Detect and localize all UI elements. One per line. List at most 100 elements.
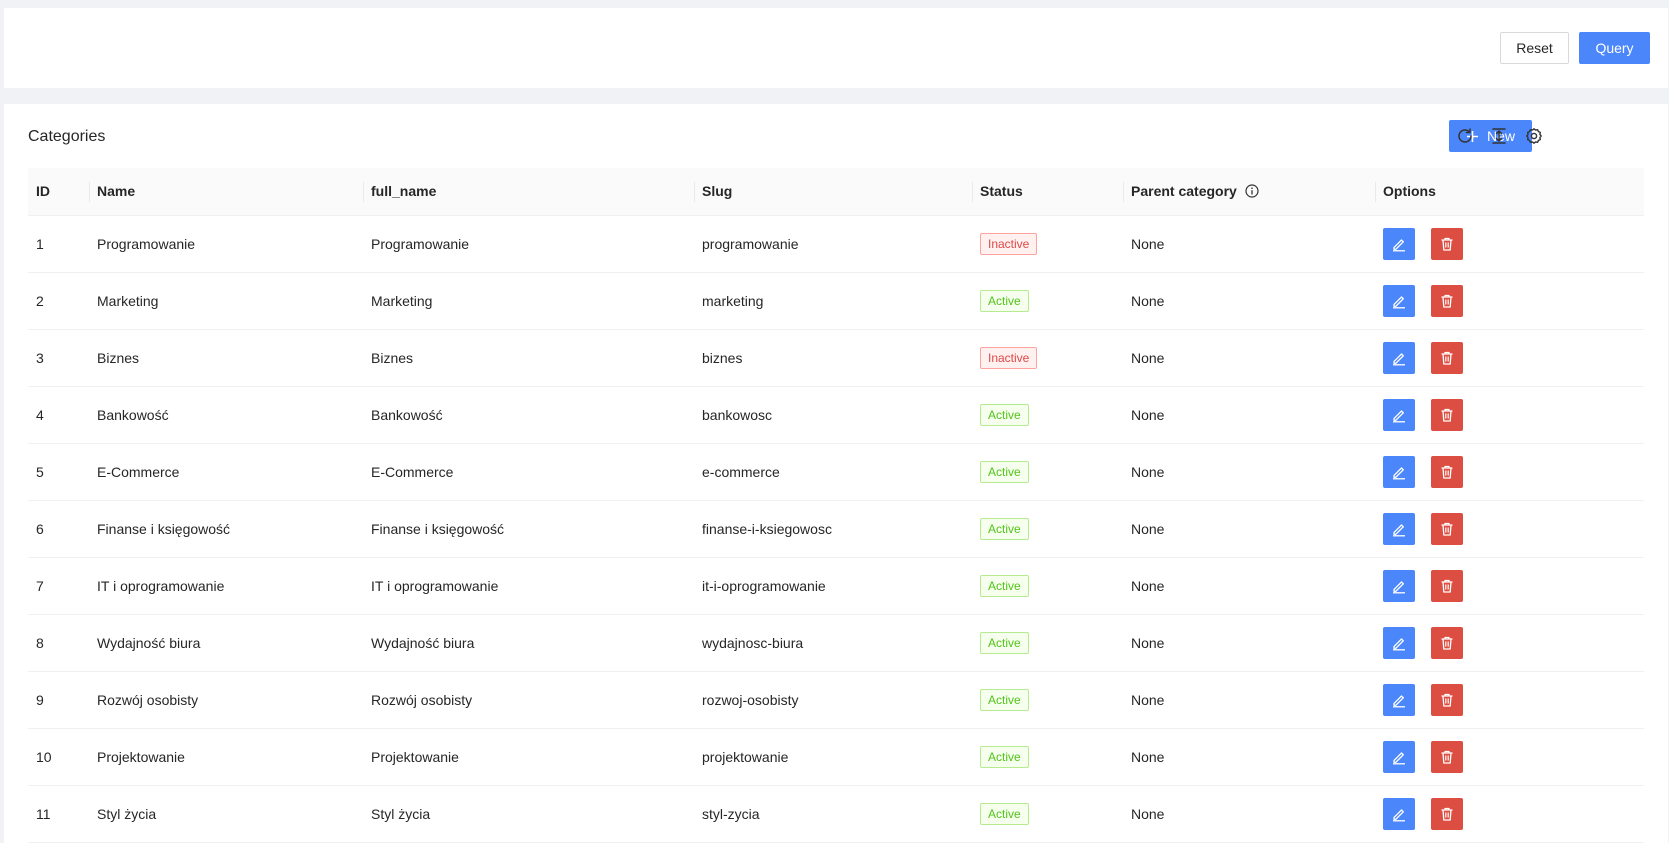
table-row: 2 Marketing Marketing marketing Active N… bbox=[28, 272, 1644, 330]
edit-icon bbox=[1393, 637, 1405, 650]
edit-icon bbox=[1393, 352, 1405, 365]
delete-button[interactable] bbox=[1431, 740, 1463, 773]
edit-button[interactable] bbox=[1383, 398, 1415, 431]
delete-icon bbox=[1441, 465, 1453, 479]
status-badge: Active bbox=[980, 517, 1029, 540]
edit-button[interactable] bbox=[1383, 626, 1415, 659]
cell-status: Active bbox=[972, 500, 1123, 558]
edit-icon bbox=[1393, 694, 1405, 707]
column-header-options: Options bbox=[1375, 168, 1644, 216]
cell-id: 1 bbox=[28, 215, 89, 273]
categories-table-panel: Categories New ID Name full_name Slug St… bbox=[4, 104, 1668, 843]
edit-button[interactable] bbox=[1383, 797, 1415, 830]
delete-button[interactable] bbox=[1431, 398, 1463, 431]
edit-button[interactable] bbox=[1383, 569, 1415, 602]
cell-slug: wydajnosc-biura bbox=[694, 614, 972, 672]
cell-name: Bankowość bbox=[89, 386, 363, 444]
table-row: 5 E-Commerce E-Commerce e-commerce Activ… bbox=[28, 443, 1644, 501]
delete-button[interactable] bbox=[1431, 455, 1463, 488]
reload-icon[interactable] bbox=[1456, 127, 1474, 145]
info-circle-icon[interactable] bbox=[1245, 184, 1259, 198]
cell-slug: projektowanie bbox=[694, 728, 972, 786]
delete-button[interactable] bbox=[1431, 284, 1463, 317]
table-row: 6 Finanse i księgowość Finanse i księgow… bbox=[28, 500, 1644, 558]
delete-icon bbox=[1441, 579, 1453, 593]
cell-options bbox=[1375, 386, 1644, 444]
reset-button[interactable]: Reset bbox=[1500, 32, 1569, 64]
edit-button[interactable] bbox=[1383, 455, 1415, 488]
categories-table: ID Name full_name Slug Status Parent cat… bbox=[28, 168, 1644, 843]
table-row: 4 Bankowość Bankowość bankowosc Active N… bbox=[28, 386, 1644, 444]
table-header-row: ID Name full_name Slug Status Parent cat… bbox=[28, 168, 1644, 216]
edit-icon bbox=[1393, 409, 1405, 422]
column-header-id[interactable]: ID bbox=[28, 168, 89, 216]
cell-name: IT i oprogramowanie bbox=[89, 557, 363, 615]
cell-status: Active bbox=[972, 272, 1123, 330]
delete-button[interactable] bbox=[1431, 227, 1463, 260]
table-row: 10 Projektowanie Projektowanie projektow… bbox=[28, 728, 1644, 786]
cell-id: 7 bbox=[28, 557, 89, 615]
column-header-status[interactable]: Status bbox=[972, 168, 1123, 216]
gear-icon[interactable] bbox=[1525, 127, 1543, 145]
delete-icon bbox=[1441, 693, 1453, 707]
delete-button[interactable] bbox=[1431, 797, 1463, 830]
cell-options bbox=[1375, 215, 1644, 273]
cell-id: 4 bbox=[28, 386, 89, 444]
cell-parent: None bbox=[1123, 671, 1375, 729]
edit-button[interactable] bbox=[1383, 512, 1415, 545]
cell-id: 11 bbox=[28, 785, 89, 843]
edit-icon bbox=[1393, 751, 1405, 764]
cell-slug: bankowosc bbox=[694, 386, 972, 444]
cell-name: Styl życia bbox=[89, 785, 363, 843]
query-button[interactable]: Query bbox=[1579, 32, 1650, 64]
cell-options bbox=[1375, 272, 1644, 330]
delete-button[interactable] bbox=[1431, 569, 1463, 602]
cell-full-name: Projektowanie bbox=[363, 728, 694, 786]
cell-options bbox=[1375, 500, 1644, 558]
column-header-slug[interactable]: Slug bbox=[694, 168, 972, 216]
column-header-full-name[interactable]: full_name bbox=[363, 168, 694, 216]
cell-id: 8 bbox=[28, 614, 89, 672]
cell-status: Active bbox=[972, 614, 1123, 672]
cell-full-name: Marketing bbox=[363, 272, 694, 330]
delete-button[interactable] bbox=[1431, 683, 1463, 716]
cell-slug: e-commerce bbox=[694, 443, 972, 501]
delete-icon bbox=[1441, 522, 1453, 536]
cell-id: 9 bbox=[28, 671, 89, 729]
cell-id: 3 bbox=[28, 329, 89, 387]
cell-id: 6 bbox=[28, 500, 89, 558]
cell-full-name: Rozwój osobisty bbox=[363, 671, 694, 729]
cell-full-name: IT i oprogramowanie bbox=[363, 557, 694, 615]
cell-slug: marketing bbox=[694, 272, 972, 330]
column-height-icon[interactable] bbox=[1490, 127, 1508, 145]
delete-button[interactable] bbox=[1431, 626, 1463, 659]
cell-options bbox=[1375, 614, 1644, 672]
edit-button[interactable] bbox=[1383, 284, 1415, 317]
delete-icon bbox=[1441, 750, 1453, 764]
cell-name: Programowanie bbox=[89, 215, 363, 273]
cell-id: 5 bbox=[28, 443, 89, 501]
cell-parent: None bbox=[1123, 785, 1375, 843]
cell-parent: None bbox=[1123, 614, 1375, 672]
status-badge: Active bbox=[980, 574, 1029, 597]
edit-button[interactable] bbox=[1383, 740, 1415, 773]
delete-button[interactable] bbox=[1431, 341, 1463, 374]
delete-button[interactable] bbox=[1431, 512, 1463, 545]
cell-full-name: Bankowość bbox=[363, 386, 694, 444]
column-header-name[interactable]: Name bbox=[89, 168, 363, 216]
cell-status: Inactive bbox=[972, 215, 1123, 273]
column-header-parent-label: Parent category bbox=[1131, 183, 1237, 200]
table-title: Categories bbox=[28, 128, 106, 145]
cell-slug: finanse-i-ksiegowosc bbox=[694, 500, 972, 558]
status-badge: Active bbox=[980, 688, 1029, 711]
cell-options bbox=[1375, 671, 1644, 729]
column-header-parent[interactable]: Parent category bbox=[1123, 168, 1375, 216]
cell-status: Active bbox=[972, 443, 1123, 501]
cell-options bbox=[1375, 557, 1644, 615]
cell-full-name: Styl życia bbox=[363, 785, 694, 843]
cell-name: E-Commerce bbox=[89, 443, 363, 501]
status-badge: Active bbox=[980, 460, 1029, 483]
edit-button[interactable] bbox=[1383, 341, 1415, 374]
edit-button[interactable] bbox=[1383, 683, 1415, 716]
edit-button[interactable] bbox=[1383, 227, 1415, 260]
